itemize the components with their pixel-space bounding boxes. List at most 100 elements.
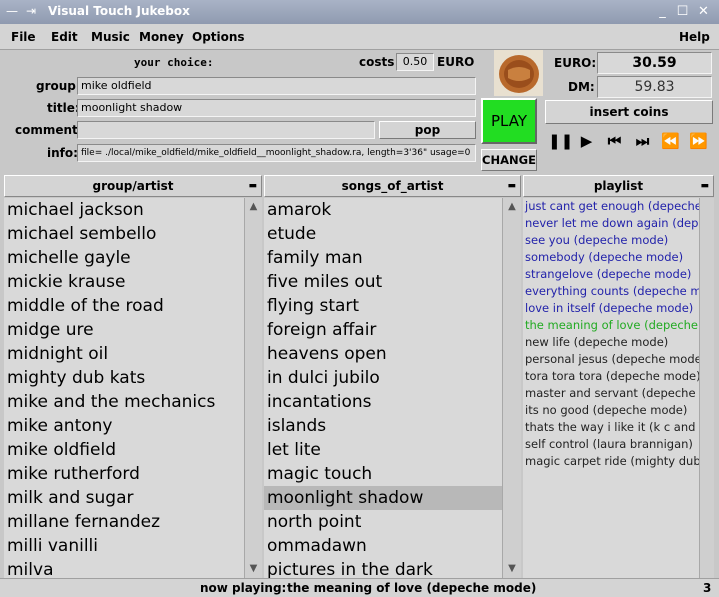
now-playing-label: now playing: [200,581,287,595]
artist-item[interactable]: mike antony [4,414,244,438]
song-item[interactable]: five miles out [264,270,502,294]
menu-file[interactable]: File [11,30,36,44]
maximize-icon[interactable]: ☐ [674,3,691,20]
playlist-item[interactable]: just cant get enough (depeche mode) [523,198,699,215]
song-item[interactable]: moonlight shadow [264,486,502,510]
scroll-up-icon[interactable]: ▲ [503,200,521,214]
song-item[interactable]: islands [264,414,502,438]
song-item[interactable]: family man [264,246,502,270]
menu-money[interactable]: Money [139,30,184,44]
playlist-item[interactable]: magic carpet ride (mighty dub kats) [523,453,699,470]
window-menu-icon[interactable]: — [6,4,18,18]
artists-header[interactable]: group/artist ▬ [4,175,262,197]
song-item[interactable]: amarok [264,198,502,222]
artist-item[interactable]: milk and sugar [4,486,244,510]
song-list[interactable]: amarok etude family man five miles out flyin… [264,198,502,578]
artist-item[interactable]: midge ure [4,318,244,342]
sort-icon[interactable]: ▬ [507,176,516,196]
playlist-item[interactable]: somebody (depeche mode) [523,249,699,266]
fast-forward-icon[interactable]: ⏩ [687,130,710,153]
artists-header-label: group/artist [92,179,174,193]
play-button[interactable]: PLAY [481,98,537,144]
song-item[interactable]: ommadawn [264,534,502,558]
artist-list[interactable]: michael jackson michael sembello michelle … [4,198,244,578]
title-field[interactable]: moonlight shadow [77,99,476,117]
coin-icon [499,55,539,93]
window-title: Visual Touch Jukebox [48,4,190,18]
song-item[interactable]: heavens open [264,342,502,366]
playlist-item[interactable]: new life (depeche mode) [523,334,699,351]
playlist-item[interactable]: strangelove (depeche mode) [523,266,699,283]
menu-options[interactable]: Options [192,30,245,44]
pause-icon[interactable]: ❚❚ [548,130,573,153]
playlist-item[interactable]: never let me down again (depeche mode) [523,215,699,232]
song-item[interactable]: in dulci jubilo [264,366,502,390]
artist-item[interactable]: mike oldfield [4,438,244,462]
song-item[interactable]: etude [264,222,502,246]
rewind-icon[interactable]: ⏪ [659,130,682,153]
artist-item[interactable]: michelle gayle [4,246,244,270]
playlist-item[interactable]: self control (laura brannigan) [523,436,699,453]
sort-icon[interactable]: ▬ [700,176,709,196]
change-button[interactable]: CHANGE [481,149,537,171]
skip-forward-icon[interactable]: ⏭ [631,130,654,153]
playlist-item[interactable]: master and servant (depeche mode) [523,385,699,402]
song-scrollbar[interactable]: ▲ ▼ [502,198,521,578]
title-bar[interactable]: — ⇥ Visual Touch Jukebox _ ☐ ✕ [0,0,719,24]
song-item[interactable]: magic touch [264,462,502,486]
playlist-scrollbar[interactable] [699,198,714,578]
playlist[interactable]: just cant get enough (depeche mode)never… [523,198,699,578]
song-item[interactable]: let lite [264,438,502,462]
dm-balance: 59.83 [597,76,712,98]
playlist-item[interactable]: the meaning of love (depeche mode) [523,317,699,334]
artist-item[interactable]: michael sembello [4,222,244,246]
playlist-item[interactable]: everything counts (depeche mode) [523,283,699,300]
songs-header[interactable]: songs_of_artist ▬ [264,175,521,197]
artist-item[interactable]: mickie krause [4,270,244,294]
genre-button[interactable]: pop [379,121,476,139]
artist-item[interactable]: milva [4,558,244,578]
costs-label: costs [359,55,395,69]
insert-coins-button[interactable]: insert coins [545,100,713,124]
choice-panel: your choice: costs 0.50 EURO group: mike… [4,51,478,173]
song-item[interactable]: foreign affair [264,318,502,342]
playlist-header[interactable]: playlist ▬ [523,175,714,197]
sort-icon[interactable]: ▬ [248,176,257,196]
song-item[interactable]: pictures in the dark [264,558,502,578]
song-item[interactable]: incantations [264,390,502,414]
playlist-item[interactable]: thats the way i like it (k c and the sun… [523,419,699,436]
menu-edit[interactable]: Edit [51,30,78,44]
costs-value: 0.50 [396,53,434,71]
playlist-item[interactable]: see you (depeche mode) [523,232,699,249]
close-icon[interactable]: ✕ [695,3,712,20]
playlist-header-label: playlist [593,179,644,193]
pin-icon[interactable]: ⇥ [26,4,36,18]
artist-item[interactable]: milli vanilli [4,534,244,558]
now-playing-value: the meaning of love (depeche mode) [287,581,537,595]
artist-item[interactable]: midnight oil [4,342,244,366]
menu-help[interactable]: Help [679,30,710,44]
song-item[interactable]: north point [264,510,502,534]
artist-item[interactable]: millane fernandez [4,510,244,534]
skip-back-icon[interactable]: ⏮ [603,130,626,153]
artist-item[interactable]: mighty dub kats [4,366,244,390]
playlist-item[interactable]: tora tora tora (depeche mode) [523,368,699,385]
playlist-item[interactable]: its no good (depeche mode) [523,402,699,419]
scroll-down-icon[interactable]: ▼ [245,562,262,576]
playlist-item[interactable]: personal jesus (depeche mode) [523,351,699,368]
group-field[interactable]: mike oldfield [77,77,476,95]
artist-item[interactable]: mike rutherford [4,462,244,486]
comment-field[interactable] [77,121,375,139]
artist-item[interactable]: middle of the road [4,294,244,318]
minimize-icon[interactable]: _ [654,3,671,20]
song-item[interactable]: flying start [264,294,502,318]
artist-item[interactable]: michael jackson [4,198,244,222]
play-icon[interactable]: ▶ [575,130,598,153]
scroll-down-icon[interactable]: ▼ [503,562,521,576]
artist-item[interactable]: mike and the mechanics [4,390,244,414]
scroll-up-icon[interactable]: ▲ [245,200,262,214]
comment-label: comment: [15,123,83,137]
menu-music[interactable]: Music [91,30,130,44]
playlist-item[interactable]: love in itself (depeche mode) [523,300,699,317]
artist-scrollbar[interactable]: ▲ ▼ [244,198,262,578]
